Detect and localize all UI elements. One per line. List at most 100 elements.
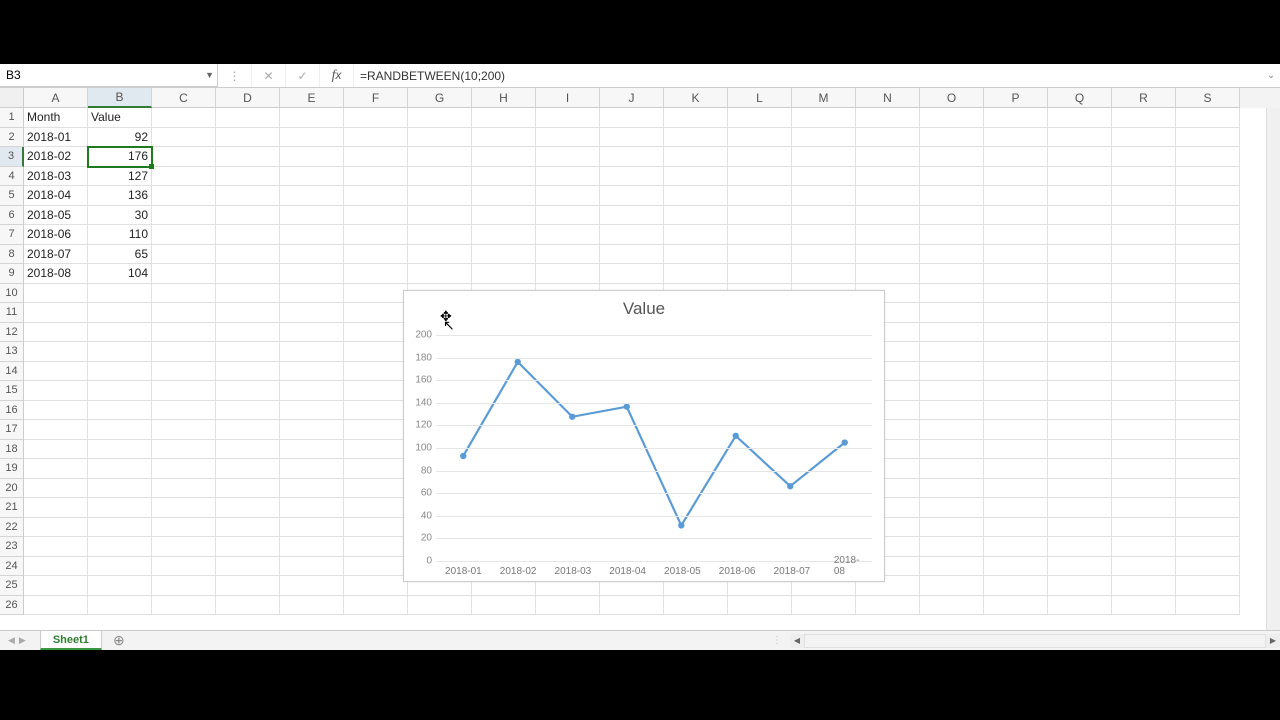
- cell[interactable]: [216, 206, 280, 226]
- cell[interactable]: [88, 342, 152, 362]
- cell[interactable]: [664, 245, 728, 265]
- cell[interactable]: [280, 459, 344, 479]
- cell[interactable]: [1048, 264, 1112, 284]
- cell[interactable]: 110: [88, 225, 152, 245]
- cell[interactable]: 127: [88, 167, 152, 187]
- cell[interactable]: [728, 108, 792, 128]
- cell[interactable]: [1176, 440, 1240, 460]
- cell[interactable]: [1176, 342, 1240, 362]
- cell[interactable]: [1048, 459, 1112, 479]
- cell[interactable]: [280, 381, 344, 401]
- cell[interactable]: [88, 362, 152, 382]
- cell[interactable]: [24, 284, 88, 304]
- row-header[interactable]: 4: [0, 167, 24, 187]
- row-header[interactable]: 18: [0, 440, 24, 460]
- cell[interactable]: [920, 557, 984, 577]
- cell[interactable]: [216, 498, 280, 518]
- cell[interactable]: [1112, 420, 1176, 440]
- cell[interactable]: [1112, 537, 1176, 557]
- cell[interactable]: [152, 225, 216, 245]
- cell[interactable]: [536, 147, 600, 167]
- cell[interactable]: [216, 342, 280, 362]
- column-header[interactable]: F: [344, 88, 408, 108]
- cell[interactable]: [472, 596, 536, 616]
- cell[interactable]: [664, 128, 728, 148]
- fx-icon[interactable]: fx: [320, 64, 354, 87]
- cell[interactable]: [664, 596, 728, 616]
- formula-input[interactable]: =RANDBETWEEN(10;200): [354, 64, 1262, 87]
- cell[interactable]: [1048, 537, 1112, 557]
- cell[interactable]: [1112, 284, 1176, 304]
- cell[interactable]: [344, 284, 408, 304]
- cell[interactable]: [280, 596, 344, 616]
- cell[interactable]: Value: [88, 108, 152, 128]
- cell[interactable]: [280, 225, 344, 245]
- cell[interactable]: [24, 362, 88, 382]
- cell[interactable]: [1048, 498, 1112, 518]
- cell[interactable]: [408, 264, 472, 284]
- cell[interactable]: 104: [88, 264, 152, 284]
- cell[interactable]: [920, 381, 984, 401]
- cell[interactable]: [24, 440, 88, 460]
- cell[interactable]: [472, 186, 536, 206]
- cell[interactable]: [1112, 186, 1176, 206]
- column-header[interactable]: C: [152, 88, 216, 108]
- cell[interactable]: [920, 362, 984, 382]
- cell[interactable]: [344, 381, 408, 401]
- cell[interactable]: [728, 596, 792, 616]
- cell[interactable]: [1048, 186, 1112, 206]
- cell[interactable]: [88, 440, 152, 460]
- cell[interactable]: [984, 479, 1048, 499]
- cell[interactable]: [792, 245, 856, 265]
- cell[interactable]: [920, 420, 984, 440]
- cell[interactable]: [216, 128, 280, 148]
- cell[interactable]: [88, 284, 152, 304]
- hscroll-right-icon[interactable]: ▶: [1266, 634, 1280, 648]
- cell[interactable]: 65: [88, 245, 152, 265]
- cell[interactable]: 92: [88, 128, 152, 148]
- horizontal-scrollbar[interactable]: ◀ ▶: [790, 634, 1280, 648]
- cell[interactable]: [984, 362, 1048, 382]
- cell[interactable]: [792, 186, 856, 206]
- cell[interactable]: [24, 557, 88, 577]
- cell[interactable]: [984, 557, 1048, 577]
- cell[interactable]: [216, 557, 280, 577]
- cell[interactable]: [152, 440, 216, 460]
- cell[interactable]: [1048, 342, 1112, 362]
- column-header[interactable]: E: [280, 88, 344, 108]
- cell[interactable]: [280, 342, 344, 362]
- cell[interactable]: [984, 440, 1048, 460]
- cell[interactable]: [472, 167, 536, 187]
- cell[interactable]: [24, 518, 88, 538]
- cell[interactable]: [216, 245, 280, 265]
- cell[interactable]: [664, 167, 728, 187]
- cell[interactable]: [792, 206, 856, 226]
- cell[interactable]: [920, 401, 984, 421]
- cell[interactable]: [600, 108, 664, 128]
- column-header[interactable]: P: [984, 88, 1048, 108]
- row-header[interactable]: 13: [0, 342, 24, 362]
- cell[interactable]: [408, 225, 472, 245]
- cell[interactable]: [152, 128, 216, 148]
- row-header[interactable]: 9: [0, 264, 24, 284]
- cell[interactable]: 136: [88, 186, 152, 206]
- cell[interactable]: 2018-04: [24, 186, 88, 206]
- cell[interactable]: [1176, 225, 1240, 245]
- column-header[interactable]: J: [600, 88, 664, 108]
- cell[interactable]: [984, 167, 1048, 187]
- cell[interactable]: [728, 128, 792, 148]
- cell[interactable]: [728, 264, 792, 284]
- cell[interactable]: [216, 303, 280, 323]
- cell[interactable]: [344, 440, 408, 460]
- cell[interactable]: [600, 596, 664, 616]
- cell[interactable]: [280, 245, 344, 265]
- cell[interactable]: [664, 108, 728, 128]
- cell[interactable]: [216, 518, 280, 538]
- cell[interactable]: [216, 440, 280, 460]
- cell[interactable]: [1112, 128, 1176, 148]
- cell[interactable]: Month: [24, 108, 88, 128]
- cell[interactable]: [344, 206, 408, 226]
- cell[interactable]: [216, 264, 280, 284]
- cell[interactable]: [1112, 303, 1176, 323]
- name-box[interactable]: B3 ▼: [0, 64, 218, 87]
